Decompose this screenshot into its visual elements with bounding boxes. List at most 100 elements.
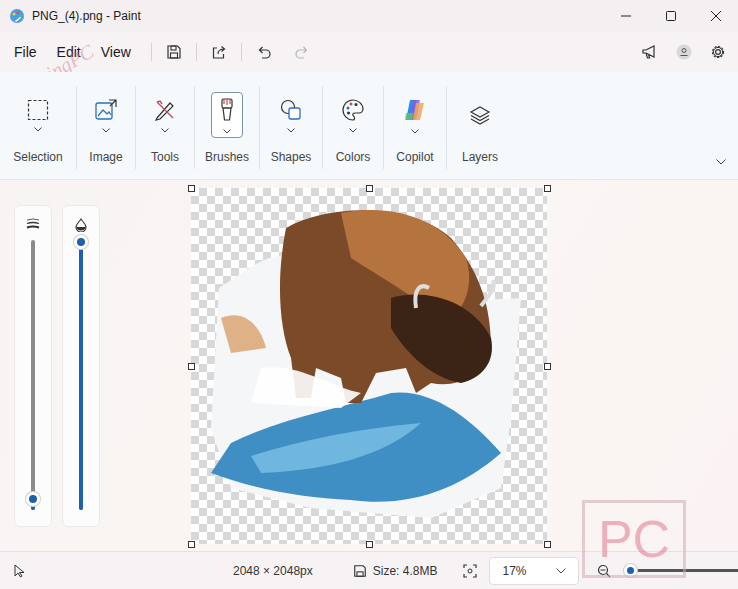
separator: [241, 43, 242, 61]
zoom-slider[interactable]: [627, 569, 738, 572]
ribbon-label: Copilot: [396, 150, 433, 164]
ribbon-group[interactable]: Selection: [0, 72, 76, 179]
status-bar: 2048 × 2048pxSize: 4.8MB17%: [0, 551, 738, 589]
zoom-out-button[interactable]: [597, 564, 611, 578]
maximize-button[interactable]: [648, 0, 693, 32]
paint-app-icon: [9, 8, 25, 24]
account-button[interactable]: [670, 38, 698, 66]
slider-thumb[interactable]: [624, 564, 637, 577]
share-button[interactable]: [205, 38, 233, 66]
tools-icon: [153, 98, 177, 122]
chevron-down-icon: [349, 128, 357, 133]
save-button[interactable]: [160, 38, 188, 66]
resize-handle[interactable]: [544, 363, 551, 370]
ribbon-button[interactable]: [211, 92, 243, 138]
ribbon-label: Colors: [336, 150, 371, 164]
maximize-icon: [666, 11, 676, 21]
ribbon-label: Brushes: [205, 150, 249, 164]
resize-handle[interactable]: [366, 185, 373, 192]
separator: [194, 86, 195, 169]
ribbon-button[interactable]: [464, 92, 496, 138]
menu-bar: FileEditViewNuimingPC: [0, 32, 738, 72]
brush-icon: [216, 97, 238, 123]
ribbon-group[interactable]: Image: [77, 72, 135, 179]
menu-item[interactable]: View: [93, 44, 143, 60]
separator: [446, 86, 447, 169]
separator: [135, 86, 136, 169]
minimize-button[interactable]: [603, 0, 648, 32]
slider-track: [31, 240, 35, 510]
ribbon-button[interactable]: [149, 92, 181, 138]
ribbon-label: Image: [89, 150, 122, 164]
zoom-value: 17%: [502, 564, 526, 578]
save-icon: [166, 44, 182, 60]
slider-thumb[interactable]: [26, 492, 40, 506]
ribbon-button[interactable]: [275, 92, 307, 138]
avatar-icon: [676, 44, 692, 60]
copilot-icon: [402, 97, 428, 123]
ribbon-group[interactable]: Tools: [136, 72, 194, 179]
zoom-out-icon: [597, 564, 611, 578]
close-icon: [711, 11, 721, 21]
ribbon-button[interactable]: [399, 92, 431, 138]
resize-handle[interactable]: [544, 541, 551, 548]
ribbon-label: Selection: [13, 150, 62, 164]
selection-icon: [27, 99, 49, 121]
share-icon: [211, 44, 227, 60]
title-bar: PNG_(4).png - Paint: [0, 0, 738, 32]
brush-size-slider[interactable]: [14, 205, 52, 527]
image-canvas[interactable]: [191, 188, 547, 544]
ribbon-group[interactable]: Brushes: [195, 72, 259, 179]
ribbon-button[interactable]: [22, 92, 54, 138]
slider-thumb[interactable]: [74, 235, 88, 249]
separator: [259, 86, 260, 169]
separator: [76, 86, 77, 169]
chevron-down-icon: [287, 128, 295, 133]
ribbon-group[interactable]: Colors: [323, 72, 383, 179]
chevron-down-icon: [34, 127, 42, 132]
separator: [322, 86, 323, 169]
shapes-icon: [279, 98, 303, 122]
zoom-dropdown[interactable]: 17%: [489, 557, 579, 585]
palette-icon: [341, 98, 365, 122]
chevron-down-icon: [556, 568, 566, 574]
resize-handle[interactable]: [544, 185, 551, 192]
redo-icon: [294, 44, 310, 60]
separator: [151, 43, 152, 61]
resize-handle[interactable]: [188, 185, 195, 192]
close-button[interactable]: [693, 0, 738, 32]
slider-fill: [79, 242, 83, 510]
ribbon-expand-button[interactable]: [716, 151, 726, 169]
chevron-down-icon: [161, 128, 169, 133]
file-size-icon: [353, 564, 367, 578]
undo-button[interactable]: [250, 38, 278, 66]
resize-handle[interactable]: [366, 541, 373, 548]
separator: [383, 86, 384, 169]
paint-window: PNG_(4).png - Paint FileEditViewNuimingPC…: [0, 0, 738, 589]
menu-item[interactable]: File: [0, 44, 49, 60]
ribbon-group[interactable]: Layers: [447, 72, 513, 179]
opacity-slider[interactable]: [62, 205, 100, 527]
feedback-button[interactable]: [636, 38, 664, 66]
cursor-icon: [14, 564, 26, 578]
slider-track: [79, 242, 83, 510]
menu-item[interactable]: Edit: [49, 44, 93, 60]
ribbon-group[interactable]: Shapes: [260, 72, 322, 179]
window-title: PNG_(4).png - Paint: [32, 9, 141, 23]
chevron-down-icon: [411, 129, 419, 134]
ribbon-button[interactable]: [90, 92, 122, 138]
chevron-down-icon: [102, 128, 110, 133]
settings-button[interactable]: [704, 38, 732, 66]
ribbon-button[interactable]: [337, 92, 369, 138]
file-size: Size: 4.8MB: [373, 564, 438, 578]
image-icon: [94, 98, 118, 122]
canvas-area: [0, 180, 738, 551]
ribbon-group[interactable]: Copilot: [384, 72, 446, 179]
separator: [196, 43, 197, 61]
resize-handle[interactable]: [188, 541, 195, 548]
redo-button[interactable]: [288, 38, 316, 66]
undo-icon: [256, 44, 272, 60]
ribbon-label: Shapes: [271, 150, 312, 164]
megaphone-icon: [641, 44, 659, 60]
resize-handle[interactable]: [188, 363, 195, 370]
